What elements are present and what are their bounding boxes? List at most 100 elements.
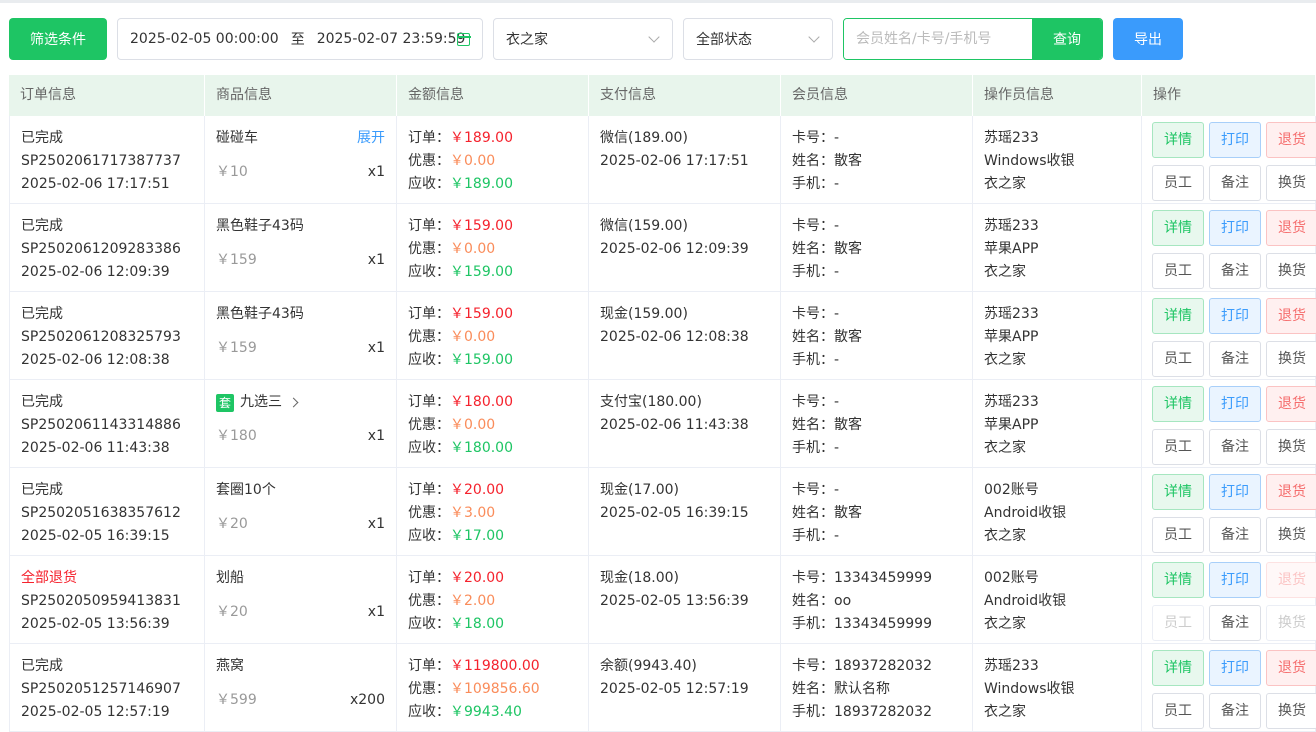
date-range-picker[interactable]: 2025-02-05 00:00:00 至 2025-02-07 23:59:5… xyxy=(117,18,483,60)
order-amount: ￥20.00 xyxy=(450,482,505,498)
actions-cell: 详情 打印 退货 员工 备注 换货 xyxy=(1142,380,1316,467)
receivable-amount: ￥159.00 xyxy=(450,352,513,368)
member-card: 13343459999 xyxy=(834,570,932,586)
exchange-button[interactable]: 换货 xyxy=(1266,165,1316,201)
refund-button[interactable]: 退货 xyxy=(1266,386,1316,422)
status-select[interactable]: 全部状态 xyxy=(683,18,833,60)
payment-method: 余额(9943.40) xyxy=(600,658,697,674)
refund-button[interactable]: 退货 xyxy=(1266,650,1316,686)
payment-info-cell: 现金(17.00) 2025-02-05 16:39:15 xyxy=(589,468,781,555)
print-button[interactable]: 打印 xyxy=(1209,298,1261,334)
receivable-amount: ￥17.00 xyxy=(450,528,505,544)
staff-button[interactable]: 员工 xyxy=(1152,253,1204,289)
exchange-button[interactable]: 换货 xyxy=(1266,605,1316,641)
staff-button[interactable]: 员工 xyxy=(1152,341,1204,377)
order-status: 已完成 xyxy=(21,658,63,674)
card-label: 卡号： xyxy=(792,570,834,586)
order-info-cell: 已完成 SP2502061143314886 2025-02-06 11:43:… xyxy=(9,380,205,467)
member-card: - xyxy=(834,394,840,410)
note-button[interactable]: 备注 xyxy=(1209,605,1261,641)
note-button[interactable]: 备注 xyxy=(1209,341,1261,377)
set-tag: 套 xyxy=(216,393,234,412)
expand-link[interactable]: 展开 xyxy=(357,127,385,150)
goods-info-cell: 套圈10个 ￥20 x1 xyxy=(205,468,397,555)
detail-button[interactable]: 详情 xyxy=(1152,386,1204,422)
header-operator-info: 操作员信息 xyxy=(973,75,1142,116)
card-label: 卡号： xyxy=(792,658,834,674)
print-button[interactable]: 打印 xyxy=(1209,474,1261,510)
date-separator: 至 xyxy=(290,32,305,48)
print-button[interactable]: 打印 xyxy=(1209,562,1261,598)
goods-name: 套圈10个 xyxy=(216,482,276,498)
member-phone: - xyxy=(834,264,840,280)
filter-button[interactable]: 筛选条件 xyxy=(9,18,107,60)
exchange-button[interactable]: 换货 xyxy=(1266,429,1316,465)
staff-button[interactable]: 员工 xyxy=(1152,693,1204,729)
member-info-cell: 卡号：13343459999 姓名：oo 手机：13343459999 xyxy=(781,556,973,643)
note-button[interactable]: 备注 xyxy=(1209,693,1261,729)
order-amount: ￥159.00 xyxy=(450,218,513,234)
goods-name-line[interactable]: 套 九选三 xyxy=(216,391,396,414)
receivable-amount: ￥189.00 xyxy=(450,176,513,192)
print-button[interactable]: 打印 xyxy=(1209,210,1261,246)
exchange-button[interactable]: 换货 xyxy=(1266,517,1316,553)
payment-method: 微信(159.00) xyxy=(600,218,688,234)
operator-info-cell: 苏瑶233 苹果APP 衣之家 xyxy=(973,204,1142,291)
order-time: 2025-02-06 12:08:38 xyxy=(21,352,170,368)
exchange-button[interactable]: 换货 xyxy=(1266,253,1316,289)
discount-amount: ￥2.00 xyxy=(450,593,496,609)
chevron-right-icon xyxy=(288,397,299,408)
goods-name: 九选三 xyxy=(240,394,282,410)
detail-button[interactable]: 详情 xyxy=(1152,210,1204,246)
receivable-label: 应收： xyxy=(408,264,450,280)
order-number: SP2502061208325793 xyxy=(21,329,181,345)
staff-button[interactable]: 员工 xyxy=(1152,429,1204,465)
export-button[interactable]: 导出 xyxy=(1113,18,1183,60)
staff-button[interactable]: 员工 xyxy=(1152,517,1204,553)
print-button[interactable]: 打印 xyxy=(1209,122,1261,158)
detail-button[interactable]: 详情 xyxy=(1152,298,1204,334)
print-button[interactable]: 打印 xyxy=(1209,650,1261,686)
operator-name: 002账号 xyxy=(984,482,1039,498)
staff-button[interactable]: 员工 xyxy=(1152,165,1204,201)
operator-store: 衣之家 xyxy=(984,264,1026,280)
receivable-amount: ￥180.00 xyxy=(450,440,513,456)
member-card: - xyxy=(834,130,840,146)
refund-button[interactable]: 退货 xyxy=(1266,122,1316,158)
detail-button[interactable]: 详情 xyxy=(1152,562,1204,598)
order-info-cell: 已完成 SP2502061209283386 2025-02-06 12:09:… xyxy=(9,204,205,291)
discount-amount: ￥3.00 xyxy=(450,505,496,521)
order-number: SP2502050959413831 xyxy=(21,593,181,609)
store-select[interactable]: 衣之家 xyxy=(493,18,673,60)
refund-button[interactable]: 退货 xyxy=(1266,474,1316,510)
member-search-input[interactable] xyxy=(844,19,1032,59)
exchange-button[interactable]: 换货 xyxy=(1266,341,1316,377)
payment-time: 2025-02-06 17:17:51 xyxy=(600,153,749,169)
amount-info-cell: 订单：￥20.00 优惠：￥2.00 应收：￥18.00 xyxy=(397,556,589,643)
note-button[interactable]: 备注 xyxy=(1209,253,1261,289)
note-button[interactable]: 备注 xyxy=(1209,429,1261,465)
card-label: 卡号： xyxy=(792,218,834,234)
note-button[interactable]: 备注 xyxy=(1209,165,1261,201)
detail-button[interactable]: 详情 xyxy=(1152,474,1204,510)
operator-terminal: 苹果APP xyxy=(984,417,1039,433)
operator-terminal: Windows收银 xyxy=(984,153,1075,169)
operator-terminal: 苹果APP xyxy=(984,329,1039,345)
query-button[interactable]: 查询 xyxy=(1032,19,1102,59)
member-info-cell: 卡号：18937282032 姓名：默认名称 手机：18937282032 xyxy=(781,644,973,731)
note-button[interactable]: 备注 xyxy=(1209,517,1261,553)
exchange-button[interactable]: 换货 xyxy=(1266,693,1316,729)
staff-button[interactable]: 员工 xyxy=(1152,605,1204,641)
receivable-label: 应收： xyxy=(408,440,450,456)
name-label: 姓名： xyxy=(792,681,834,697)
header-member-info: 会员信息 xyxy=(781,75,973,116)
refund-button[interactable]: 退货 xyxy=(1266,562,1316,598)
print-button[interactable]: 打印 xyxy=(1209,386,1261,422)
detail-button[interactable]: 详情 xyxy=(1152,650,1204,686)
operator-name: 苏瑶233 xyxy=(984,658,1039,674)
detail-button[interactable]: 详情 xyxy=(1152,122,1204,158)
refund-button[interactable]: 退货 xyxy=(1266,298,1316,334)
payment-time: 2025-02-05 12:57:19 xyxy=(600,681,749,697)
goods-name: 黑色鞋子43码 xyxy=(216,306,304,322)
refund-button[interactable]: 退货 xyxy=(1266,210,1316,246)
